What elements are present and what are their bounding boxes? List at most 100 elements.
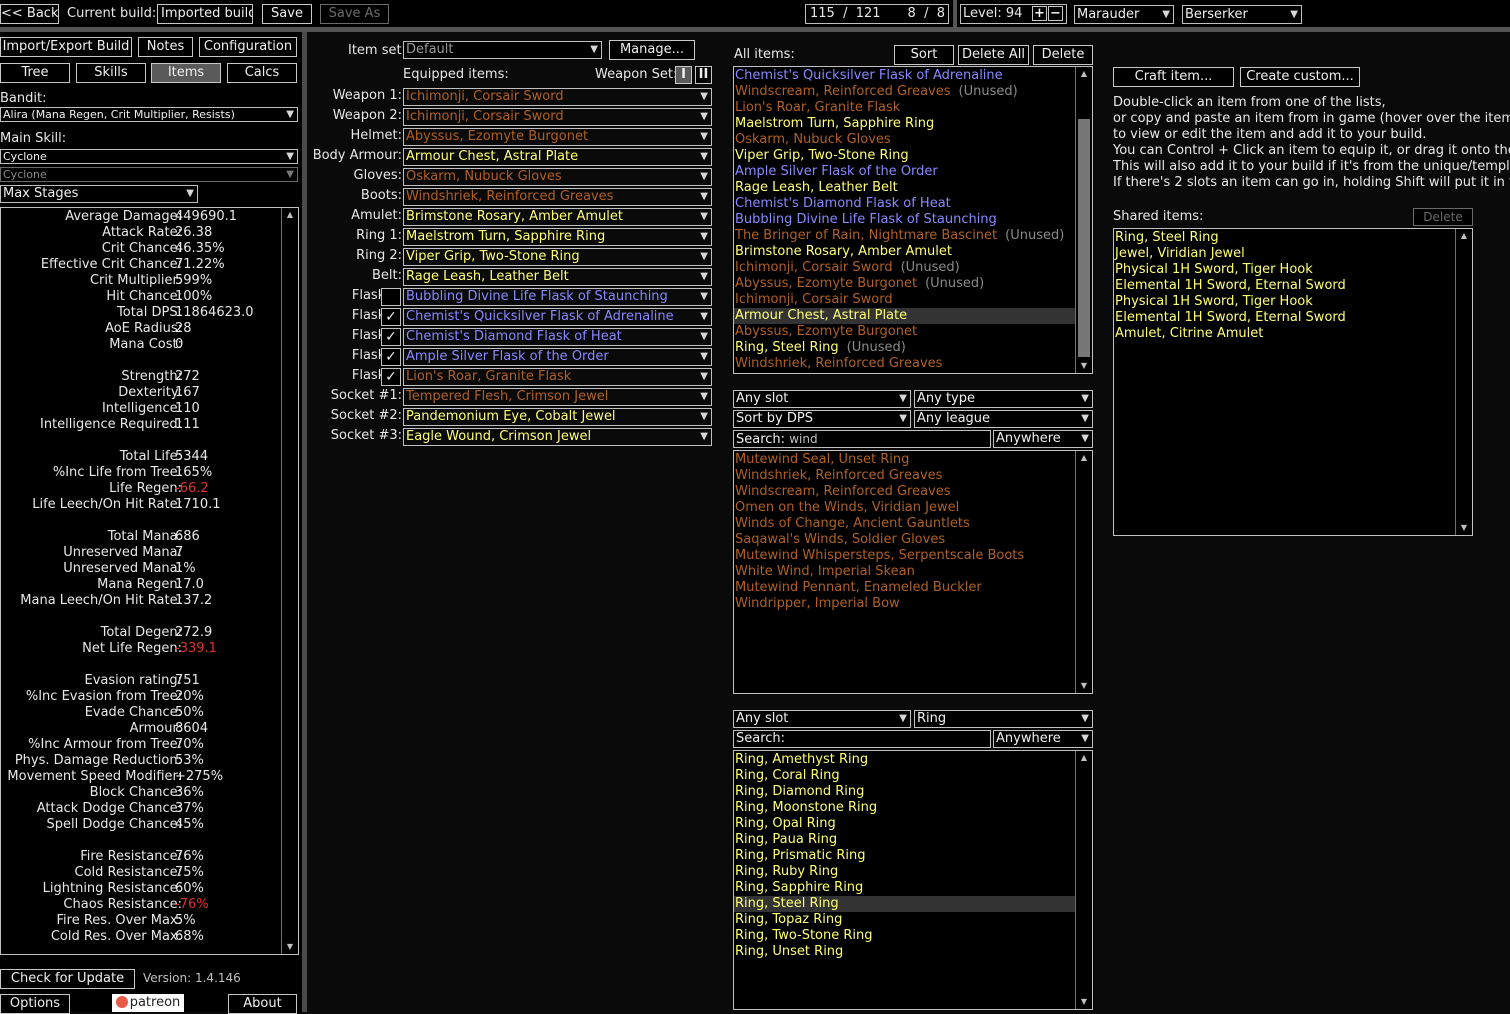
options-button[interactable]: Options: [0, 994, 70, 1014]
list-item[interactable]: Ring, Moonstone Ring: [734, 800, 1075, 816]
slot-item-dropdown[interactable]: Pandemonium Eye, Cobalt Jewel ▼: [403, 408, 712, 426]
list-item[interactable]: Rage Leash, Leather Belt: [734, 180, 1075, 196]
list-item[interactable]: Windshriek, Reinforced Greaves: [734, 468, 1075, 484]
scroll-up-icon[interactable]: ▲: [1456, 230, 1472, 242]
list-item[interactable]: Omen on the Winds, Viridian Jewel: [734, 500, 1075, 516]
db2-search-input[interactable]: Search:: [733, 730, 991, 748]
list-item[interactable]: Bubbling Divine Life Flask of Staunching: [734, 212, 1075, 228]
tab-items[interactable]: Items: [151, 63, 221, 83]
list-item[interactable]: Ring, Opal Ring: [734, 816, 1075, 832]
list-item[interactable]: Brimstone Rosary, Amber Amulet: [734, 244, 1075, 260]
shared-items-scrollbar[interactable]: ▲ ▼: [1455, 229, 1472, 535]
scroll-down-icon[interactable]: ▼: [282, 941, 298, 953]
slot-item-dropdown[interactable]: Brimstone Rosary, Amber Amulet ▼: [403, 208, 712, 226]
back-button[interactable]: << Back: [0, 4, 59, 24]
list-item[interactable]: Elemental 1H Sword, Eternal Sword: [1114, 310, 1455, 326]
weapon-set-2-button[interactable]: II: [695, 66, 712, 84]
slot-item-dropdown[interactable]: Abyssus, Ezomyte Burgonet ▼: [403, 128, 712, 146]
level-plus-button[interactable]: +: [1032, 6, 1047, 21]
list-item[interactable]: Armour Chest, Astral Plate: [734, 308, 1075, 324]
db2-scrollbar[interactable]: ▲ ▼: [1075, 751, 1092, 1009]
main-skill-dropdown[interactable]: Cyclone ▼: [0, 149, 298, 164]
shared-delete-button[interactable]: Delete: [1413, 208, 1473, 226]
delete-button[interactable]: Delete: [1033, 45, 1093, 65]
scroll-down-icon[interactable]: ▼: [1076, 360, 1092, 372]
list-item[interactable]: Abyssus, Ezomyte Burgonet: [734, 324, 1075, 340]
slot-item-dropdown[interactable]: Bubbling Divine Life Flask of Staunching…: [403, 288, 712, 306]
list-item[interactable]: The Bringer of Rain, Nightmare Bascinet (…: [734, 228, 1075, 244]
patreon-button[interactable]: patreon: [112, 994, 184, 1012]
list-item[interactable]: Ring, Ruby Ring: [734, 864, 1075, 880]
list-item[interactable]: Ring, Steel Ring (Unused): [734, 340, 1075, 356]
list-item[interactable]: Windscream, Reinforced Greaves (Unused): [734, 84, 1075, 100]
slot-item-dropdown[interactable]: Armour Chest, Astral Plate ▼: [403, 148, 712, 166]
list-item[interactable]: Ring, Unset Ring: [734, 944, 1075, 960]
build-name-field[interactable]: Imported build: [157, 4, 253, 24]
slot-item-dropdown[interactable]: Eagle Wound, Crimson Jewel ▼: [403, 428, 712, 446]
list-item[interactable]: Windscream, Reinforced Greaves: [734, 484, 1075, 500]
sort-button[interactable]: Sort: [894, 45, 954, 65]
configuration-button[interactable]: Configuration: [199, 37, 297, 57]
list-item[interactable]: Abyssus, Ezomyte Burgonet (Unused): [734, 276, 1075, 292]
slot-item-dropdown[interactable]: Viper Grip, Two-Stone Ring ▼: [403, 248, 712, 266]
scroll-down-icon[interactable]: ▼: [1456, 522, 1472, 534]
db1-slot-dropdown[interactable]: Any slot ▼: [733, 390, 911, 408]
tab-skills[interactable]: Skills: [76, 63, 146, 83]
scroll-up-icon[interactable]: ▲: [1076, 68, 1092, 80]
db1-scrollbar[interactable]: ▲ ▼: [1075, 451, 1092, 693]
tab-calcs[interactable]: Calcs: [227, 63, 297, 83]
scroll-up-icon[interactable]: ▲: [1076, 452, 1092, 464]
list-item[interactable]: Ichimonji, Corsair Sword: [734, 292, 1075, 308]
slot-item-dropdown[interactable]: Ichimonji, Corsair Sword ▼: [403, 88, 712, 106]
list-item[interactable]: Windripper, Imperial Bow: [734, 596, 1075, 612]
level-minus-button[interactable]: −: [1048, 6, 1063, 21]
list-item[interactable]: Ring, Steel Ring: [1114, 230, 1455, 246]
check-for-update-button[interactable]: Check for Update: [0, 969, 135, 989]
db1-sort-dropdown[interactable]: Sort by DPS ▼: [733, 410, 911, 428]
list-item[interactable]: Saqawal's Winds, Soldier Gloves: [734, 532, 1075, 548]
list-item[interactable]: Ring, Steel Ring: [734, 896, 1075, 912]
slot-item-dropdown[interactable]: Ample Silver Flask of the Order ▼: [403, 348, 712, 366]
flask-enable-checkbox[interactable]: ✓: [381, 348, 401, 366]
list-item[interactable]: Mutewind Whispersteps, Serpentscale Boot…: [734, 548, 1075, 564]
slot-item-dropdown[interactable]: Chemist's Quicksilver Flask of Adrenalin…: [403, 308, 712, 326]
flask-enable-checkbox[interactable]: ✓: [381, 328, 401, 346]
list-item[interactable]: Winds of Change, Ancient Gauntlets: [734, 516, 1075, 532]
list-item[interactable]: Ring, Coral Ring: [734, 768, 1075, 784]
list-item[interactable]: White Wind, Imperial Skean: [734, 564, 1075, 580]
db1-type-dropdown[interactable]: Any type ▼: [914, 390, 1093, 408]
craft-item-button[interactable]: Craft item...: [1113, 67, 1234, 87]
list-item[interactable]: Jewel, Viridian Jewel: [1114, 246, 1455, 262]
scroll-down-icon[interactable]: ▼: [1076, 680, 1092, 692]
all-items-scrollbar[interactable]: ▲ ▼: [1075, 67, 1092, 373]
tab-tree[interactable]: Tree: [0, 63, 70, 83]
list-item[interactable]: Physical 1H Sword, Tiger Hook: [1114, 262, 1455, 278]
list-item[interactable]: Oskarm, Nubuck Gloves: [734, 132, 1075, 148]
list-item[interactable]: Ichimonji, Corsair Sword (Unused): [734, 260, 1075, 276]
list-item[interactable]: Chemist's Diamond Flask of Heat: [734, 196, 1075, 212]
list-item[interactable]: Ring, Two-Stone Ring: [734, 928, 1075, 944]
slot-item-dropdown[interactable]: Rage Leash, Leather Belt ▼: [403, 268, 712, 286]
skill-part-dropdown[interactable]: Cyclone ▼: [0, 167, 298, 182]
save-button[interactable]: Save: [262, 4, 312, 24]
list-item[interactable]: Elemental 1H Sword, Eternal Sword: [1114, 278, 1455, 294]
list-item[interactable]: Ring, Topaz Ring: [734, 912, 1075, 928]
slot-item-dropdown[interactable]: Maelstrom Turn, Sapphire Ring ▼: [403, 228, 712, 246]
list-item[interactable]: Lion's Roar, Granite Flask: [734, 100, 1075, 116]
import-export-button[interactable]: Import/Export Build: [0, 37, 132, 57]
list-item[interactable]: Ring, Amethyst Ring: [734, 752, 1075, 768]
delete-all-button[interactable]: Delete All: [958, 45, 1029, 65]
list-item[interactable]: Windshriek, Reinforced Greaves: [734, 356, 1075, 372]
scroll-down-icon[interactable]: ▼: [1076, 996, 1092, 1008]
flask-enable-checkbox[interactable]: ✓: [381, 308, 401, 326]
db2-type-dropdown[interactable]: Ring ▼: [914, 710, 1093, 728]
stages-dropdown[interactable]: Max Stages ▼: [0, 185, 198, 203]
scroll-up-icon[interactable]: ▲: [282, 209, 298, 221]
list-item[interactable]: Ring, Prismatic Ring: [734, 848, 1075, 864]
slot-item-dropdown[interactable]: Windshriek, Reinforced Greaves ▼: [403, 188, 712, 206]
manage-item-sets-button[interactable]: Manage...: [609, 40, 695, 60]
list-item[interactable]: Amulet, Citrine Amulet: [1114, 326, 1455, 342]
list-item[interactable]: Maelstrom Turn, Sapphire Ring: [734, 116, 1075, 132]
db2-slot-dropdown[interactable]: Any slot ▼: [733, 710, 911, 728]
slot-item-dropdown[interactable]: Chemist's Diamond Flask of Heat ▼: [403, 328, 712, 346]
